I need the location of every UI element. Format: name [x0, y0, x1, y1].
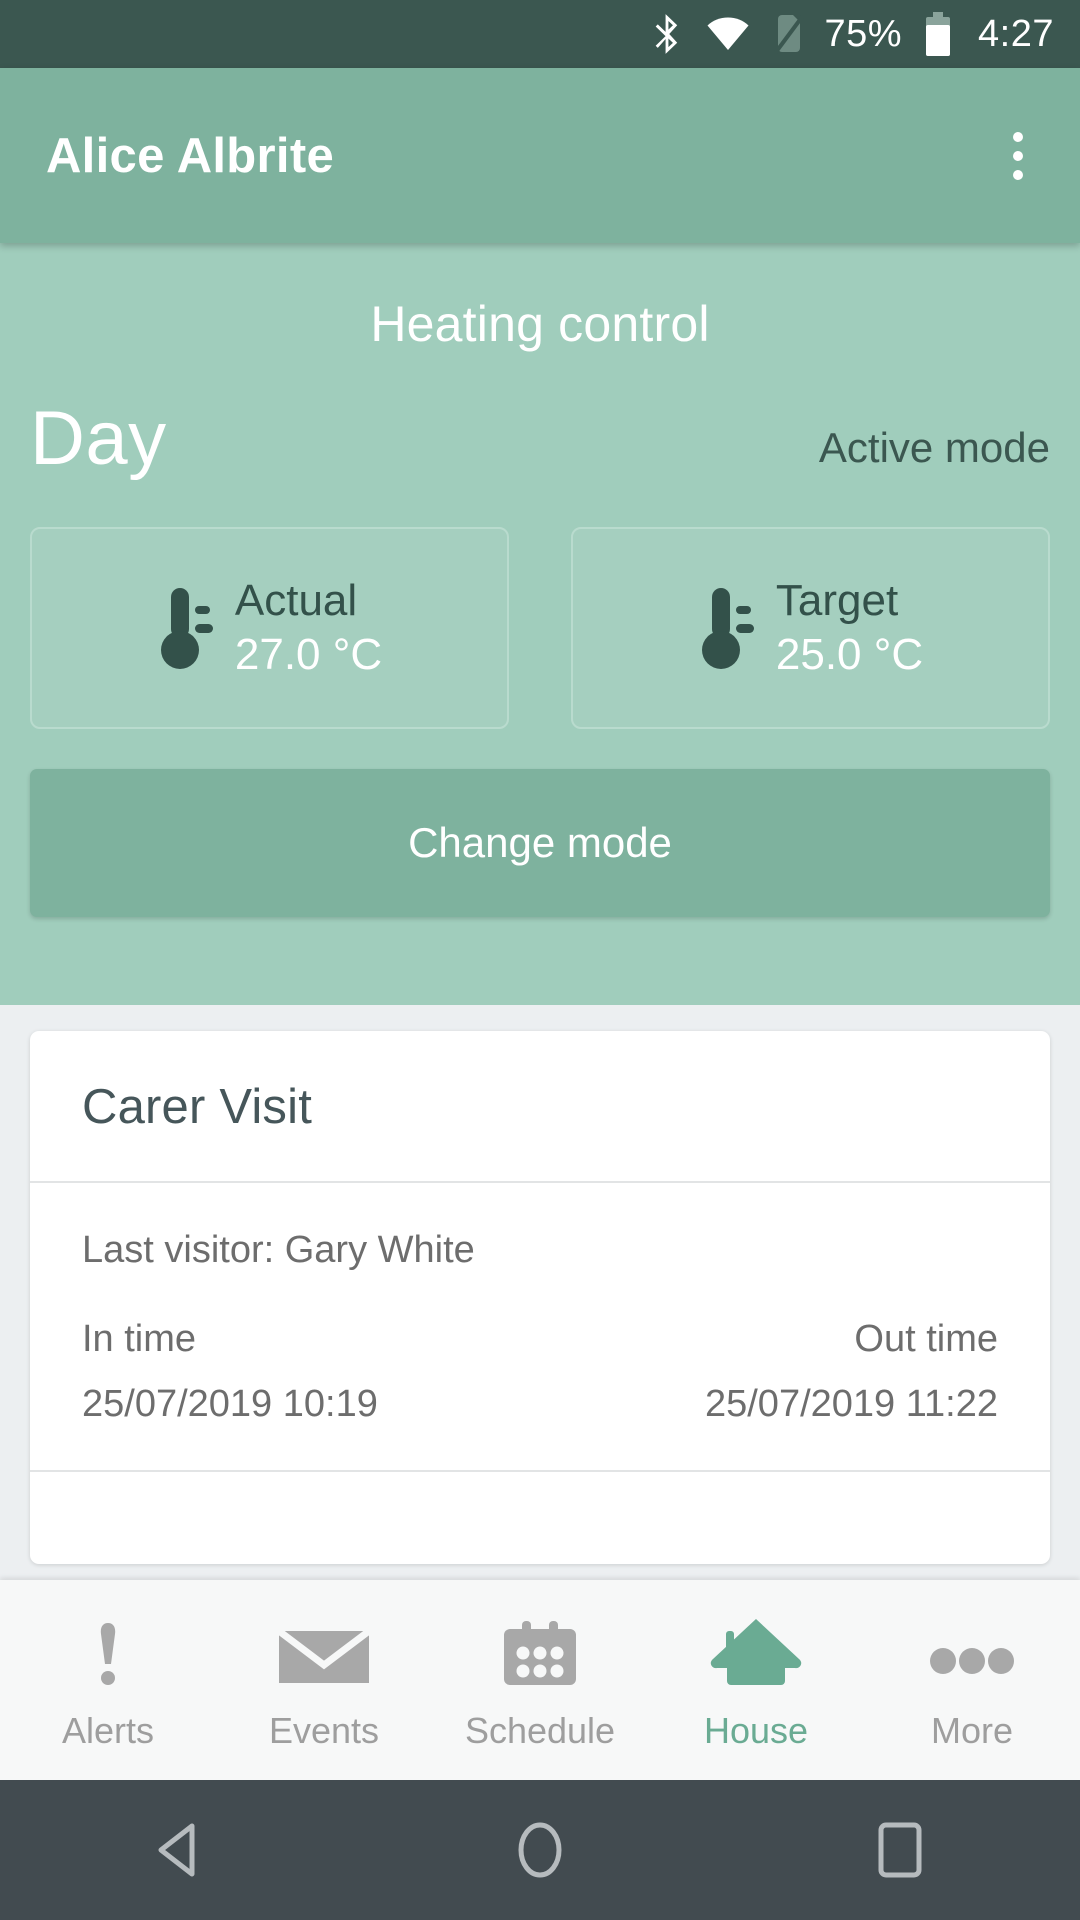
- actual-temperature-label: Actual: [234, 575, 358, 625]
- recents-square-icon[interactable]: [830, 1780, 970, 1920]
- thermometer-icon: [698, 580, 754, 677]
- more-icon: [929, 1621, 1015, 1687]
- nav-item-schedule[interactable]: Schedule: [432, 1580, 648, 1780]
- carer-visit-body: Last visitor: Gary White In time 25/07/2…: [30, 1183, 1050, 1470]
- house-icon: [710, 1619, 802, 1687]
- back-triangle-icon[interactable]: [110, 1780, 250, 1920]
- nav-item-alerts[interactable]: Alerts: [0, 1580, 216, 1780]
- visit-time-grid: In time 25/07/2019 10:19 Out time 25/07/…: [82, 1318, 998, 1426]
- actual-temperature-card[interactable]: Actual 27.0 °C: [30, 527, 509, 729]
- battery-percent: 75%: [824, 13, 903, 55]
- out-time-label: Out time: [854, 1318, 998, 1360]
- phone-screen: 75% 4:27 Alice Albrite Heating control D…: [0, 0, 1080, 1920]
- nav-label-house: House: [703, 1710, 809, 1751]
- nav-label-events: Events: [268, 1710, 380, 1751]
- nav-item-events[interactable]: Events: [216, 1580, 432, 1780]
- temperature-cards: Actual 27.0 °C Target 25.0 °C: [0, 477, 1080, 729]
- target-temperature-texts: Target 25.0 °C: [775, 575, 924, 679]
- alert-icon: [93, 1621, 123, 1687]
- nav-label-more: More: [930, 1710, 1014, 1751]
- bottom-navigation: Alerts Events Schedule House More: [0, 1580, 1080, 1780]
- overflow-dot: [1013, 150, 1023, 161]
- overflow-dot: [1013, 169, 1023, 180]
- change-mode-button[interactable]: Change mode: [30, 769, 1050, 917]
- out-time-column: Out time 25/07/2019 11:22: [705, 1318, 998, 1426]
- target-temperature-value: 25.0 °C: [775, 630, 924, 679]
- actual-temperature-value: 27.0 °C: [234, 630, 383, 679]
- thermometer-icon: [157, 580, 213, 677]
- nav-label-schedule: Schedule: [464, 1710, 616, 1751]
- in-time-value: 25/07/2019 10:19: [82, 1383, 378, 1425]
- carer-visit-next-section: [30, 1472, 1050, 1564]
- content-area: Carer Visit Last visitor: Gary White In …: [0, 1005, 1080, 1580]
- heating-control-panel: Heating control Day Active mode Actual 2…: [0, 243, 1080, 1005]
- page-title: Alice Albrite: [46, 128, 334, 183]
- bluetooth-icon: [650, 12, 684, 56]
- actual-temperature-texts: Actual 27.0 °C: [234, 575, 383, 679]
- app-bar: Alice Albrite: [0, 68, 1080, 243]
- envelope-icon: [278, 1621, 370, 1687]
- target-temperature-card[interactable]: Target 25.0 °C: [571, 527, 1050, 729]
- nav-item-more[interactable]: More: [864, 1580, 1080, 1780]
- calendar-icon: [502, 1621, 578, 1687]
- nav-item-house[interactable]: House: [648, 1580, 864, 1780]
- carer-visit-card: Carer Visit Last visitor: Gary White In …: [30, 1031, 1050, 1564]
- status-bar: 75% 4:27: [0, 0, 1080, 68]
- wifi-icon: [706, 16, 750, 52]
- heating-section-title: Heating control: [370, 296, 710, 352]
- android-navigation-bar: [0, 1780, 1080, 1920]
- sim-off-icon: [772, 12, 806, 56]
- battery-icon: [924, 11, 952, 57]
- last-visitor-text: Last visitor: Gary White: [82, 1229, 475, 1271]
- overflow-dot: [1013, 131, 1023, 142]
- target-temperature-label: Target: [775, 575, 899, 625]
- in-time-label: In time: [82, 1318, 197, 1360]
- home-circle-icon[interactable]: [470, 1780, 610, 1920]
- carer-visit-header: Carer Visit: [30, 1031, 1050, 1181]
- carer-visit-title: Carer Visit: [82, 1080, 313, 1134]
- in-time-column: In time 25/07/2019 10:19: [82, 1318, 378, 1426]
- status-time: 4:27: [978, 13, 1054, 55]
- overflow-menu-icon[interactable]: [994, 120, 1042, 192]
- heating-mode-name: Day: [30, 396, 167, 481]
- heating-mode-state: Active mode: [818, 423, 1050, 471]
- heating-mode-row: Day Active mode: [0, 353, 1080, 477]
- nav-label-alerts: Alerts: [61, 1710, 155, 1751]
- out-time-value: 25/07/2019 11:22: [704, 1383, 998, 1425]
